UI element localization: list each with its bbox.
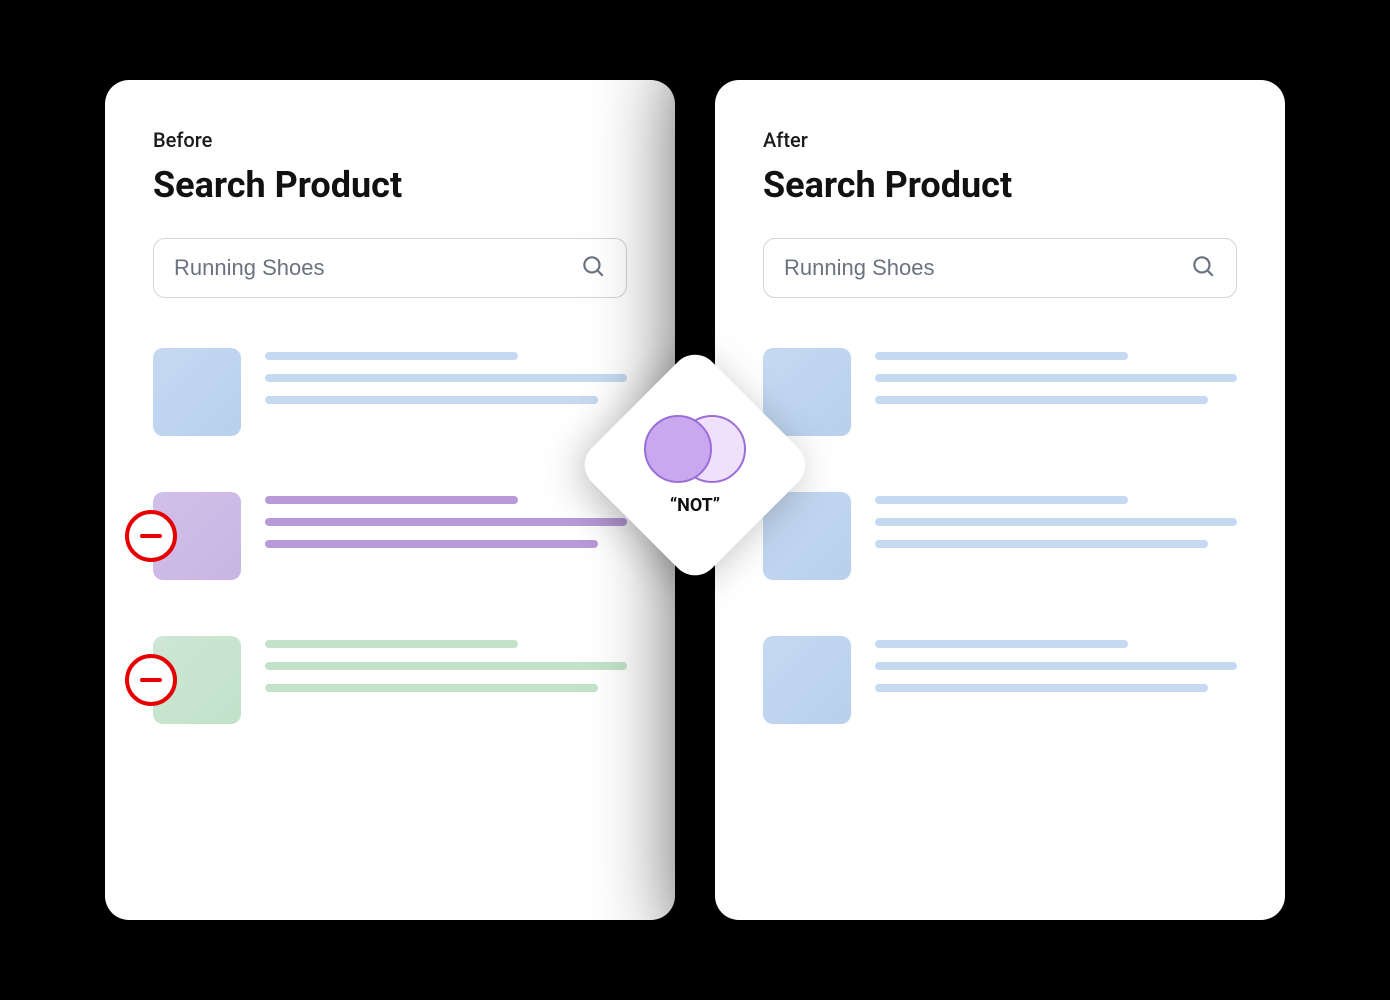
remove-badge[interactable] <box>125 510 177 562</box>
search-input-before[interactable] <box>174 255 580 281</box>
result-item <box>763 636 1237 724</box>
minus-icon <box>140 534 162 538</box>
search-input-after[interactable] <box>784 255 1190 281</box>
result-text-placeholder <box>265 348 627 418</box>
minus-icon <box>140 678 162 682</box>
after-title: Search Product <box>763 164 1237 206</box>
result-text-placeholder <box>875 348 1237 418</box>
search-box-after[interactable] <box>763 238 1237 298</box>
result-text-placeholder <box>265 492 627 562</box>
search-box-before[interactable] <box>153 238 627 298</box>
not-operator-badge: “NOT” <box>610 380 780 550</box>
result-text-placeholder <box>875 636 1237 706</box>
result-text-placeholder <box>265 636 627 706</box>
result-thumbnail <box>763 636 851 724</box>
result-item <box>763 492 1237 580</box>
search-icon[interactable] <box>580 253 606 283</box>
before-title: Search Product <box>153 164 627 206</box>
search-icon[interactable] <box>1190 253 1216 283</box>
result-item <box>763 348 1237 436</box>
before-card: Before Search Product <box>105 80 675 920</box>
after-label: After <box>763 128 1237 152</box>
operator-label: “NOT” <box>670 495 720 516</box>
result-item <box>153 636 627 724</box>
result-text-placeholder <box>875 492 1237 562</box>
before-label: Before <box>153 128 627 152</box>
result-item <box>153 492 627 580</box>
result-thumbnail <box>153 348 241 436</box>
venn-icon <box>640 415 750 485</box>
result-item <box>153 348 627 436</box>
remove-badge[interactable] <box>125 654 177 706</box>
after-card: After Search Product <box>715 80 1285 920</box>
